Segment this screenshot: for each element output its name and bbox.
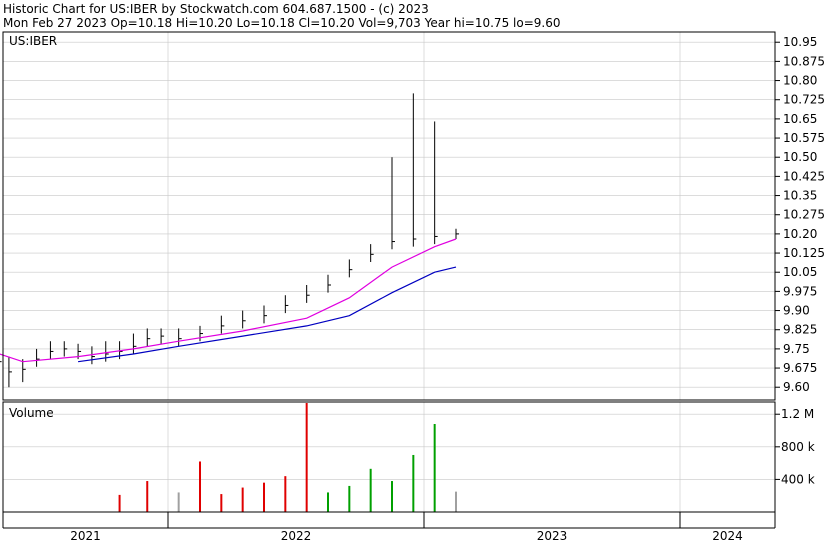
price-tick-label: 9.90 <box>783 304 810 318</box>
price-tick-label: 9.975 <box>783 284 817 298</box>
price-panel-frame <box>2 31 776 401</box>
price-tick-label: 10.65 <box>783 112 817 126</box>
volume-tick-label: 1.2 M <box>781 407 814 421</box>
price-tick-label: 9.75 <box>783 342 810 356</box>
chart-header-quote: Mon Feb 27 2023 Op=10.18 Hi=10.20 Lo=10.… <box>3 16 561 30</box>
price-tick-label: 10.125 <box>783 246 825 260</box>
year-label: 2021 <box>70 529 101 543</box>
price-tick-label: 10.425 <box>783 169 825 183</box>
year-label: 2023 <box>537 529 568 543</box>
stock-chart: 9.60 9.675 9.75 9.825 9.90 9.975 10.05 10.125 10… <box>0 31 825 543</box>
volume-panel-label: Volume <box>9 406 54 420</box>
year-label: 2022 <box>281 529 312 543</box>
price-tick-label: 10.80 <box>783 74 817 88</box>
price-tick-label: 10.20 <box>783 227 817 241</box>
price-tick-label: 9.675 <box>783 361 817 375</box>
moving-average-long-line <box>78 266 457 363</box>
volume-tick-label: 800 k <box>781 440 815 454</box>
price-tick-label: 10.95 <box>783 35 817 49</box>
volume-tick-label: 400 k <box>781 472 815 486</box>
price-tick-label: 10.35 <box>783 189 817 203</box>
moving-average-short-line <box>0 238 457 363</box>
price-tick-label: 10.875 <box>783 54 825 68</box>
price-panel-label: US:IBER <box>9 34 58 48</box>
price-tick-label: 9.60 <box>783 380 810 394</box>
chart-header-title: Historic Chart for US:IBER by Stockwatch… <box>3 2 429 16</box>
price-tick-label: 10.575 <box>783 131 825 145</box>
price-tick-label: 10.275 <box>783 208 825 222</box>
price-tick-label: 10.05 <box>783 265 817 279</box>
price-tick-label: 10.50 <box>783 150 817 164</box>
year-label: 2024 <box>712 529 743 543</box>
price-tick-label: 10.725 <box>783 93 825 107</box>
price-tick-label: 9.825 <box>783 323 817 337</box>
